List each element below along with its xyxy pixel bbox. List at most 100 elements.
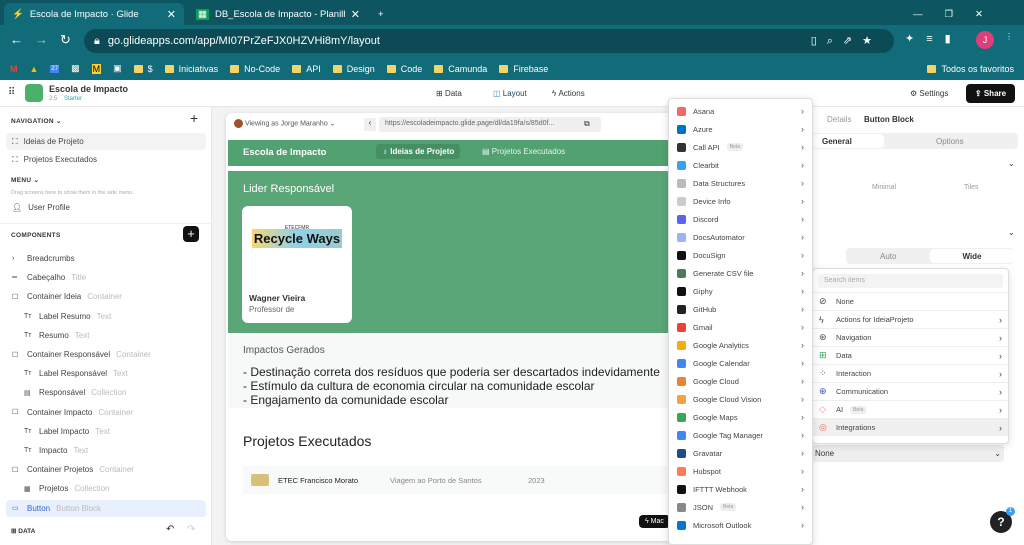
bookmark-folder[interactable]: API (292, 64, 321, 74)
url-bar[interactable]: 🔒︎ go.glideapps.com/app/MI07PrZeFJX0HZVHi… (84, 29, 894, 53)
component-item[interactable]: Tт Resumo Text (6, 327, 206, 344)
menu-item-communication[interactable]: ⊕ Communication › (813, 382, 1008, 400)
person-card[interactable]: ETECFMR Recycle Ways Wagner Vieira Profe… (242, 206, 352, 323)
drive-icon[interactable]: ▲ (30, 64, 39, 74)
integration-item[interactable]: Microsoft Outlook › (669, 516, 812, 534)
component-item[interactable]: ☐ Container Responsável Container (6, 346, 206, 363)
menu-icon[interactable]: ⋮ (1005, 32, 1013, 41)
component-item[interactable]: Tт Label Impacto Text (6, 423, 206, 440)
gmail-icon[interactable]: M (10, 64, 18, 74)
bookmark-folder[interactable]: $ (133, 64, 153, 74)
tab-options[interactable]: Options (936, 137, 964, 146)
contacts-icon[interactable]: ▣ (113, 63, 122, 74)
integration-item[interactable]: Google Maps › (669, 408, 812, 426)
integration-item[interactable]: Gravatar › (669, 444, 812, 462)
menu-heading[interactable]: MENU ⌄ (11, 176, 39, 184)
tab-general[interactable]: General (812, 134, 884, 148)
nav-layout[interactable]: ◫ Layout (493, 89, 527, 98)
add-screen-icon[interactable]: + (190, 110, 198, 126)
extension-icons[interactable]: ✦≡▮ (905, 32, 963, 45)
nav-data[interactable]: ⊞ Data (436, 89, 462, 98)
integration-item[interactable]: Google Cloud Vision › (669, 390, 812, 408)
integration-item[interactable]: Data Structures › (669, 174, 812, 192)
bookmark-folder[interactable]: Code (386, 64, 422, 74)
add-component-button[interactable]: + (183, 226, 199, 242)
component-item[interactable]: ▭ Button Button Block (6, 499, 206, 517)
bookmark-folder[interactable]: Camunda (434, 64, 487, 74)
share-button[interactable]: ⇪ Share (966, 84, 1015, 103)
tab-sheets[interactable]: ▦ DB_Escola de Impacto - Planilha ✕ (188, 3, 368, 25)
restore-icon[interactable]: ❐ (945, 9, 954, 20)
preview-tab-ideias[interactable]: ♁ Ideias de Projeto (376, 144, 461, 159)
component-item[interactable]: ☐ Container Ideia Container (6, 288, 206, 305)
miro-icon[interactable]: M (91, 63, 102, 74)
style-tiles[interactable]: Tiles (964, 184, 979, 191)
integration-item[interactable]: GitHub › (669, 300, 812, 318)
minimize-icon[interactable]: — (913, 9, 923, 20)
nav-item[interactable]: ⛶ Projetos Executados (6, 151, 206, 168)
tab-glide[interactable]: ⚡ Escola de Impacto · Glide ✕ (4, 3, 184, 25)
width-auto[interactable]: Auto (880, 252, 896, 261)
url-actions-icons[interactable]: ▯⌕⇗★ (811, 34, 882, 48)
profile-avatar[interactable]: J (976, 31, 994, 49)
menu-item-integrations[interactable]: ◎ Integrations › (813, 418, 1008, 436)
preview-tab-projetos[interactable]: ▤ Projetos Executados (482, 147, 565, 156)
integration-item[interactable]: Giphy › (669, 282, 812, 300)
reload-icon[interactable]: ↻ (60, 32, 71, 48)
menu-item-data[interactable]: ⊞ Data › (813, 346, 1008, 364)
integration-item[interactable]: Discord › (669, 210, 812, 228)
new-tab-button[interactable]: + (370, 3, 392, 25)
close-window-icon[interactable]: ✕ (975, 9, 983, 20)
menu-item-interaction[interactable]: ⁘ Interaction › (813, 364, 1008, 382)
nav-actions[interactable]: ϟ Actions (552, 89, 585, 98)
integration-item[interactable]: Gmail › (669, 318, 812, 336)
integration-item[interactable]: Google Calendar › (669, 354, 812, 372)
undo-icon[interactable]: ↶ (166, 524, 174, 535)
integration-item[interactable]: Generate CSV file › (669, 264, 812, 282)
projeto-row[interactable]: ETEC Francisco Morato Viagem ao Porto de… (243, 466, 672, 494)
search-items-input[interactable]: Search items (818, 274, 1003, 288)
component-item[interactable]: ☐ Container Projetos Container (6, 461, 206, 478)
chevron-down-icon[interactable]: ⌄ (1008, 159, 1015, 168)
nav-item[interactable]: ⛶ Ideias de Projeto (6, 133, 206, 150)
preview-url[interactable]: https://escoladeimpacto.glide.page/dl/da… (379, 117, 601, 132)
back-icon[interactable]: ← (10, 32, 23, 47)
bookmark-folder[interactable]: Design (332, 64, 375, 74)
breadcrumb-details[interactable]: Details (827, 115, 851, 124)
all-bookmarks[interactable]: Todos os favoritos (927, 64, 1014, 74)
open-external-icon[interactable]: ⧉ (584, 119, 590, 129)
width-wide[interactable]: Wide (930, 249, 1014, 263)
integration-item[interactable]: DocsAutomator › (669, 228, 812, 246)
back-button[interactable]: ‹ (364, 118, 376, 131)
component-item[interactable]: ▦ Projetos Collection (6, 480, 206, 497)
integration-item[interactable]: Clearbit › (669, 156, 812, 174)
settings-button[interactable]: ⚙ Settings (910, 89, 948, 98)
action-select[interactable]: None ⌄ (812, 445, 1004, 462)
integration-item[interactable]: DocuSign › (669, 246, 812, 264)
integration-item[interactable]: Google Cloud › (669, 372, 812, 390)
redo-icon[interactable]: ↷ (187, 524, 195, 535)
forward-icon[interactable]: → (35, 32, 48, 47)
bookmark-folder[interactable]: Iniciativas (164, 64, 218, 74)
menu-item-none[interactable]: ⊘ None (813, 292, 1008, 310)
menu-item-actions-for-ideiaprojeto[interactable]: ϟ Actions for IdeiaProjeto › (813, 310, 1008, 328)
component-item[interactable]: Tт Label Resumo Text (6, 308, 206, 325)
grid-menu-icon[interactable]: ⠿ (8, 87, 15, 98)
action-button[interactable]: ϟ Mac (639, 515, 670, 528)
data-toggle[interactable]: ⊞ DATA (11, 527, 35, 535)
close-tab-icon[interactable]: ✕ (351, 8, 360, 21)
menu-item-ai[interactable]: ◇ AI Beta › (813, 400, 1008, 418)
bookmark-folder[interactable]: Firebase (499, 64, 548, 74)
integration-item[interactable]: Device Info › (669, 192, 812, 210)
integration-item[interactable]: Asana › (669, 102, 812, 120)
style-minimal[interactable]: Minimal (872, 184, 896, 191)
viewing-as-selector[interactable]: Viewing as Jorge Maranho ⌄ (234, 119, 336, 128)
integration-item[interactable]: Call API Beta › (669, 138, 812, 156)
calendar-icon[interactable]: 27 (50, 64, 60, 73)
menu-item-navigation[interactable]: ⊛ Navigation › (813, 328, 1008, 346)
component-item[interactable]: ▤ Responsável Collection (6, 384, 206, 401)
integration-item[interactable]: IFTTT Webhook › (669, 480, 812, 498)
integration-item[interactable]: Azure › (669, 120, 812, 138)
navigation-heading[interactable]: NAVIGATION ⌄ (11, 117, 62, 125)
menu-item[interactable]: 👤︎ User Profile (6, 199, 206, 216)
